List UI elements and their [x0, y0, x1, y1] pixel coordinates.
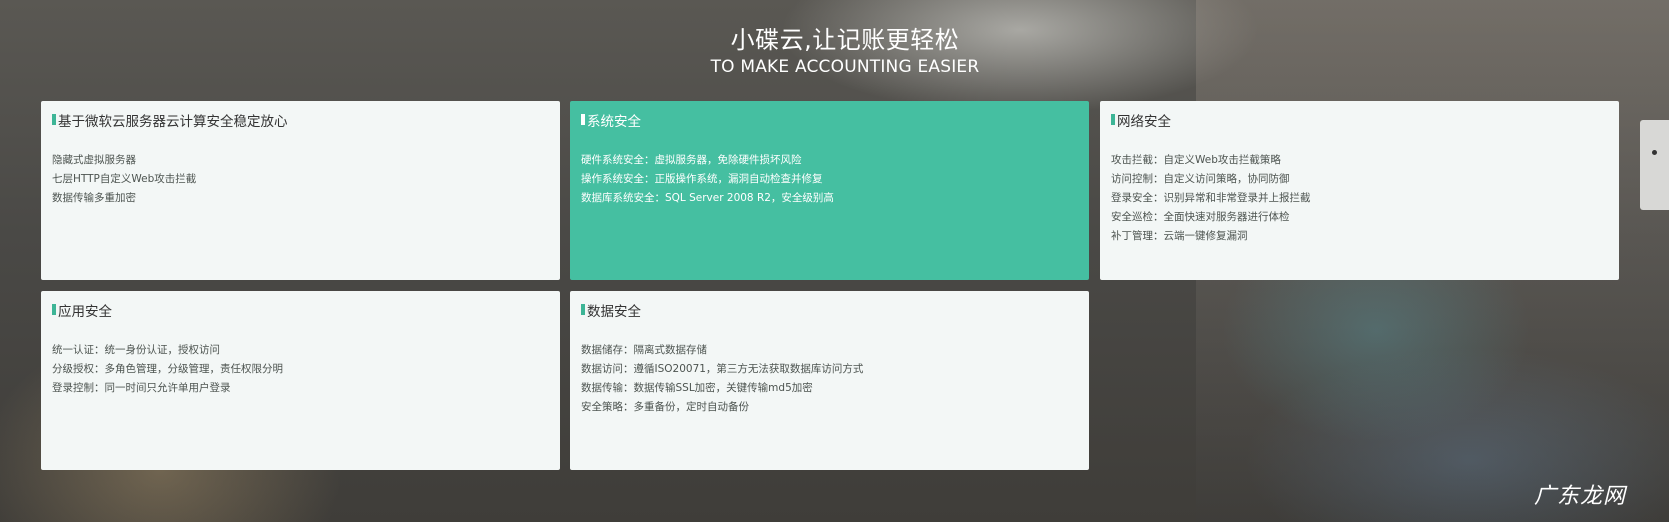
card-feature-list: 数据储存：隔离式数据存储 数据访问：遵循ISO20071，第三方无法获取数据库访…	[581, 341, 1078, 417]
card-title: 应用安全	[58, 304, 112, 320]
card-feature-line: 访问控制：自定义访问策略，协同防御	[1111, 173, 1290, 185]
card-feature-line: 数据访问：遵循ISO20071，第三方无法获取数据库访问方式	[581, 363, 864, 375]
card-feature-line: 数据储存：隔离式数据存储	[581, 344, 707, 356]
card-title: 基于微软云服务器云计算安全稳定放心	[58, 114, 288, 130]
hero-subtitle: TO MAKE ACCOUNTING EASIER	[710, 57, 980, 77]
card-feature-line: 安全策略：多重备份，定时自动备份	[581, 401, 749, 413]
card-feature-line: 登录控制：同一时间只允许单用户登录	[52, 382, 231, 394]
card-feature-line: 数据传输多重加密	[52, 192, 136, 204]
card-feature-line: 操作系统安全：正版操作系统，漏洞自动检查并修复	[581, 173, 823, 185]
feature-card-data-security[interactable]: 数据安全 数据储存：隔离式数据存储 数据访问：遵循ISO20071，第三方无法获…	[570, 291, 1089, 470]
title-marker-icon	[581, 304, 585, 315]
card-title: 网络安全	[1117, 114, 1171, 130]
background-monitor-button	[1652, 150, 1657, 155]
site-watermark: 广东龙网	[1534, 484, 1627, 509]
card-title: 系统安全	[587, 114, 641, 130]
card-feature-line: 攻击拦截：自定义Web攻击拦截策略	[1111, 154, 1281, 166]
feature-card-network-security[interactable]: 网络安全 攻击拦截：自定义Web攻击拦截策略 访问控制：自定义访问策略，协同防御…	[1100, 101, 1619, 280]
card-feature-line: 数据传输：数据传输SSL加密，关键传输md5加密	[581, 382, 813, 394]
card-feature-list: 隐藏式虚拟服务器 七层HTTP自定义Web攻击拦截 数据传输多重加密	[52, 151, 549, 208]
card-feature-list: 攻击拦截：自定义Web攻击拦截策略 访问控制：自定义访问策略，协同防御 登录安全…	[1111, 151, 1608, 246]
title-marker-icon	[52, 304, 56, 315]
title-marker-icon	[1111, 114, 1115, 125]
card-feature-list: 统一认证：统一身份认证，授权访问 分级授权：多角色管理，分级管理，责任权限分明 …	[52, 341, 549, 398]
feature-card-cloud[interactable]: 基于微软云服务器云计算安全稳定放心 隐藏式虚拟服务器 七层HTTP自定义Web攻…	[41, 101, 560, 280]
card-feature-line: 硬件系统安全：虚拟服务器，免除硬件损坏风险	[581, 154, 802, 166]
card-feature-line: 分级授权：多角色管理，分级管理，责任权限分明	[52, 363, 283, 375]
feature-card-application-security[interactable]: 应用安全 统一认证：统一身份认证，授权访问 分级授权：多角色管理，分级管理，责任…	[41, 291, 560, 470]
title-marker-icon	[52, 114, 56, 125]
card-feature-line: 补丁管理：云端一键修复漏洞	[1111, 230, 1248, 242]
card-feature-line: 安全巡检：全面快速对服务器进行体检	[1111, 211, 1290, 223]
title-marker-icon	[581, 114, 585, 125]
card-feature-list: 硬件系统安全：虚拟服务器，免除硬件损坏风险 操作系统安全：正版操作系统，漏洞自动…	[581, 151, 1078, 208]
card-title: 数据安全	[587, 304, 641, 320]
card-feature-line: 数据库系统安全：SQL Server 2008 R2，安全级别高	[581, 192, 834, 204]
card-feature-line: 隐藏式虚拟服务器	[52, 154, 136, 166]
card-feature-line: 统一认证：统一身份认证，授权访问	[52, 344, 220, 356]
feature-card-system-security[interactable]: 系统安全 硬件系统安全：虚拟服务器，免除硬件损坏风险 操作系统安全：正版操作系统…	[570, 101, 1089, 280]
background-monitor	[1640, 120, 1669, 210]
hero-title: 小碟云,让记账更轻松	[730, 26, 960, 54]
card-feature-line: 登录安全：识别异常和非常登录并上报拦截	[1111, 192, 1311, 204]
card-feature-line: 七层HTTP自定义Web攻击拦截	[52, 173, 197, 185]
